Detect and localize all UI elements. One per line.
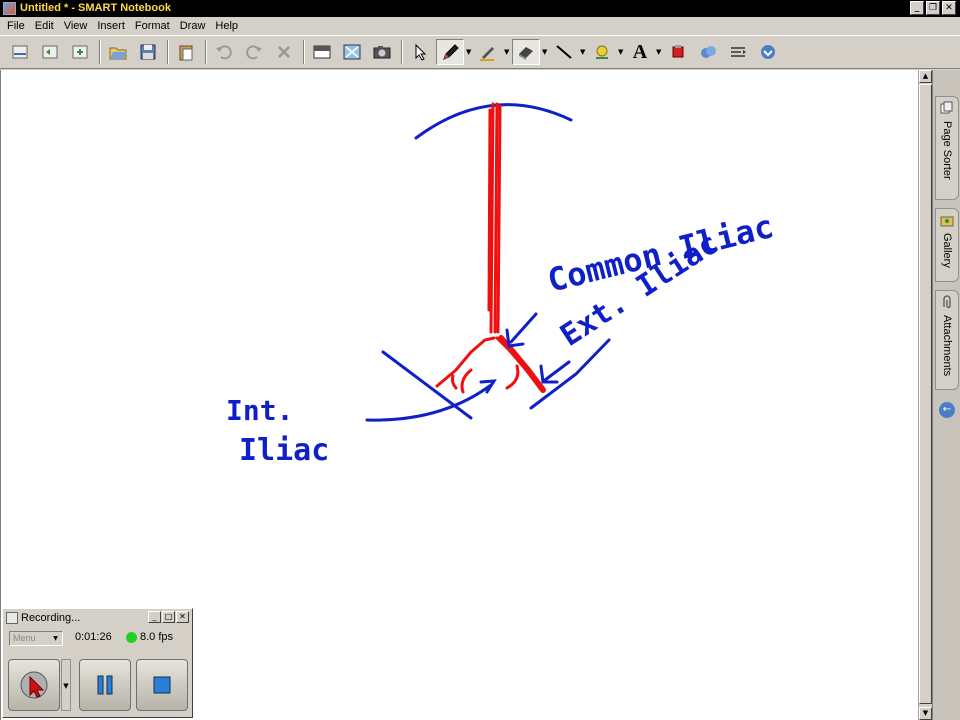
fill-dropdown-icon[interactable]: ▼ [618, 48, 626, 56]
menu-draw[interactable]: Draw [175, 17, 211, 35]
close-button[interactable]: ✕ [942, 1, 956, 15]
gallery-icon [940, 216, 954, 227]
text-dropdown-icon[interactable]: ▼ [656, 48, 664, 56]
tab-gallery[interactable]: Gallery [935, 208, 959, 282]
smart-notebook-window: Untitled * - SMART Notebook _ ❐ ✕ File E… [0, 0, 960, 720]
menu-edit[interactable]: Edit [30, 17, 59, 35]
scroll-up-icon[interactable]: ▲ [919, 70, 932, 83]
recorder-elapsed-time: 0:01:26 [75, 631, 112, 643]
table-icon[interactable] [694, 39, 722, 65]
eraser-dropdown-icon[interactable]: ▼ [542, 48, 550, 56]
stop-button[interactable] [136, 659, 188, 711]
recorder-minimize-button[interactable]: _ [148, 611, 161, 623]
scroll-thumb[interactable] [919, 84, 932, 704]
tab-attachments[interactable]: Attachments [935, 290, 959, 390]
pause-button[interactable] [79, 659, 131, 711]
paste-icon[interactable] [172, 39, 200, 65]
open-icon[interactable] [104, 39, 132, 65]
next-page-icon[interactable] [36, 39, 64, 65]
page-sorter-icon [940, 101, 953, 114]
capture-icon[interactable] [368, 39, 396, 65]
recorder-mode-select[interactable]: Menu ▼ [9, 631, 63, 646]
tab-label-attachments: Attachments [941, 315, 953, 377]
tab-label-gallery: Gallery [941, 233, 953, 268]
recorder-window: Recording... _ □ ✕ Menu ▼ 0:01:26 8.0 fp… [2, 608, 193, 718]
menu-insert[interactable]: Insert [92, 17, 130, 35]
text-tool-glyph: A [632, 40, 648, 63]
text-icon[interactable]: A [626, 39, 654, 65]
menu-help[interactable]: Help [210, 17, 243, 35]
record-button[interactable] [8, 659, 60, 711]
line-dropdown-icon[interactable]: ▼ [580, 48, 588, 56]
recorder-mode-value: Menu [13, 633, 36, 643]
recorder-info: Menu ▼ 0:01:26 8.0 fps [3, 627, 192, 649]
tab-label-page-sorter: Page Sorter [941, 121, 953, 180]
prev-page-icon[interactable] [6, 39, 34, 65]
save-icon[interactable] [134, 39, 162, 65]
recorder-title-bar: Recording... _ □ ✕ [3, 609, 192, 627]
vertical-scrollbar[interactable]: ▲ ▼ [918, 70, 932, 720]
redo-icon[interactable] [240, 39, 268, 65]
undo-icon[interactable] [210, 39, 238, 65]
creative-pen-dropdown-icon[interactable]: ▼ [504, 48, 512, 56]
pause-icon [97, 675, 113, 695]
window-title: Untitled * - SMART Notebook [20, 2, 171, 14]
menu-format[interactable]: Format [130, 17, 175, 35]
tab-page-sorter[interactable]: Page Sorter [935, 96, 959, 200]
pen-dropdown-icon[interactable]: ▼ [466, 48, 474, 56]
ink-aorta [435, 102, 546, 394]
line-icon[interactable] [550, 39, 578, 65]
screen-shade-icon[interactable] [308, 39, 336, 65]
record-dropdown-icon[interactable]: ▼ [61, 659, 71, 711]
stop-icon [153, 676, 171, 694]
recorder-title: Recording... [21, 612, 81, 624]
recorder-fps: 8.0 fps [140, 631, 174, 643]
recorder-app-icon [6, 612, 18, 624]
delete-icon[interactable] [270, 39, 298, 65]
eraser-icon[interactable] [512, 39, 540, 65]
minimize-button[interactable]: _ [910, 1, 924, 15]
fill-icon[interactable] [588, 39, 616, 65]
recorder-close-button[interactable]: ✕ [176, 611, 189, 623]
label-int: Int. [226, 394, 293, 427]
select-icon[interactable] [406, 39, 434, 65]
full-screen-icon[interactable] [338, 39, 366, 65]
menu-view[interactable]: View [59, 17, 93, 35]
recorder-restore-button[interactable]: □ [162, 611, 175, 623]
properties-icon[interactable] [724, 39, 752, 65]
chevron-down-icon: ▼ [53, 635, 58, 642]
creative-pen-icon[interactable] [474, 39, 502, 65]
menu-file[interactable]: File [2, 17, 30, 35]
restore-button[interactable]: ❐ [926, 1, 940, 15]
title-bar: Untitled * - SMART Notebook _ ❐ ✕ [0, 0, 960, 17]
app-icon [3, 2, 16, 15]
record-icon [20, 671, 48, 699]
more-icon[interactable] [754, 39, 782, 65]
scroll-down-icon[interactable]: ▼ [919, 707, 932, 720]
attachments-icon [943, 295, 951, 309]
pen-icon[interactable] [436, 39, 464, 65]
side-tab-panel: Page Sorter Gallery Attachments ← [932, 70, 960, 720]
toolbar: ▼ ▼ ▼ ▼ ▼ A ▼ [0, 35, 960, 69]
recording-status-icon [126, 632, 137, 643]
collapse-arrow-icon[interactable]: ← [939, 402, 955, 418]
label-int-iliac: Iliac [239, 433, 329, 468]
shapes-icon[interactable] [664, 39, 692, 65]
menu-bar: File Edit View Insert Format Draw Help [0, 17, 960, 35]
add-page-icon[interactable] [66, 39, 94, 65]
